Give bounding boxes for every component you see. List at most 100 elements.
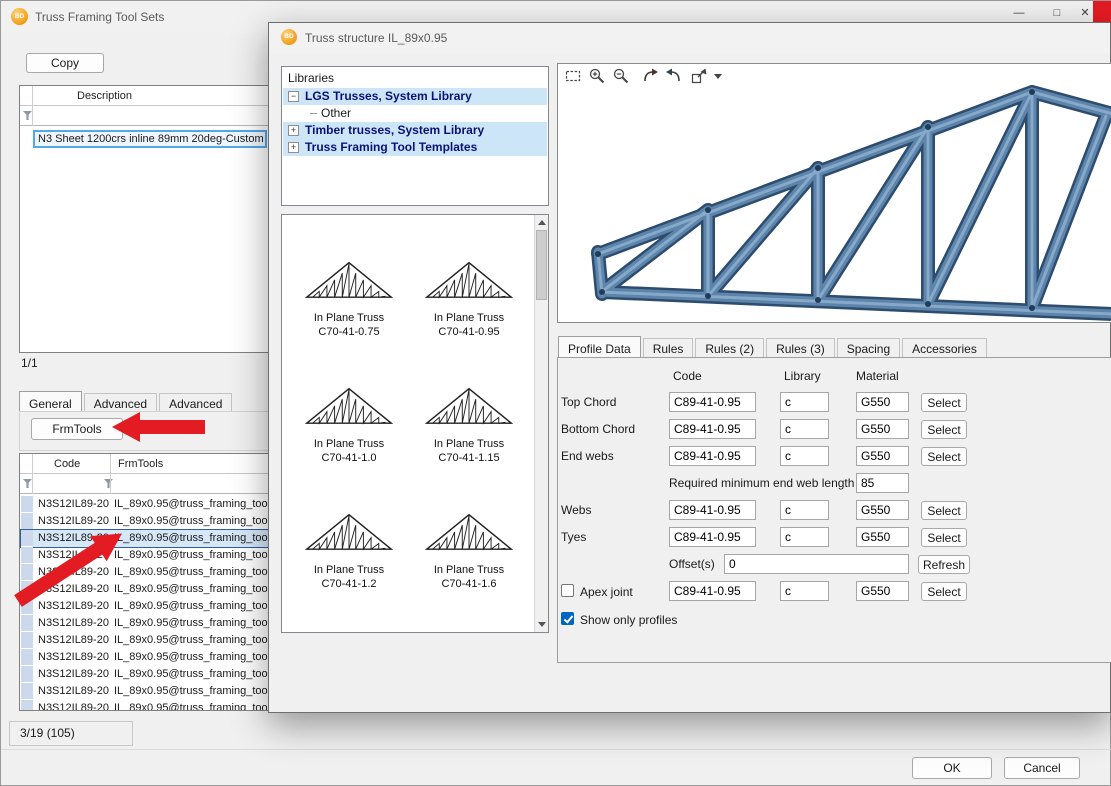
end-webs-material-input[interactable] bbox=[856, 446, 909, 466]
table-row[interactable]: N3S12IL89-20IL_89x0.95@truss_framing_too bbox=[21, 564, 271, 581]
top-chord-code-input[interactable] bbox=[669, 392, 756, 412]
table-row-selected[interactable]: N3S12IL89-20IL_89x0.95@truss_framing_too bbox=[21, 530, 271, 547]
truss-3d-viewport[interactable] bbox=[557, 63, 1111, 323]
row-selector[interactable] bbox=[21, 666, 33, 683]
table-row[interactable]: N3S12IL89-20IL_89x0.95@truss_framing_too bbox=[21, 547, 271, 564]
row-selector[interactable] bbox=[21, 530, 33, 547]
row-selector[interactable] bbox=[21, 513, 33, 530]
table-row[interactable]: N3S12IL89-20IL_89x0.95@truss_framing_too bbox=[21, 666, 271, 683]
end-webs-code-input[interactable] bbox=[669, 446, 756, 466]
apex-code-input[interactable] bbox=[669, 581, 756, 601]
row-selector[interactable] bbox=[21, 547, 33, 564]
tab-advanced-1[interactable]: Advanced bbox=[84, 393, 157, 413]
row-selector[interactable] bbox=[21, 700, 33, 711]
bottom-chord-library-input[interactable] bbox=[780, 419, 829, 439]
bottom-chord-select-button[interactable]: Select bbox=[921, 420, 967, 439]
tree-item-label[interactable]: Truss Framing Tool Templates bbox=[305, 139, 477, 156]
bend-arrow-left-icon[interactable] bbox=[664, 67, 684, 87]
tyes-select-button[interactable]: Select bbox=[921, 528, 967, 547]
row-selector[interactable] bbox=[21, 615, 33, 632]
description-filter-row[interactable] bbox=[20, 106, 270, 126]
dialog-titlebar[interactable]: BD Truss structure IL_89x0.95 bbox=[269, 23, 1110, 53]
row-selector[interactable] bbox=[21, 683, 33, 700]
tab-rules-3[interactable]: Rules (3) bbox=[766, 338, 835, 358]
tree-collapse-icon[interactable]: − bbox=[288, 91, 299, 102]
description-column-header[interactable]: Description bbox=[77, 90, 132, 102]
tab-accessories[interactable]: Accessories bbox=[902, 338, 987, 358]
end-webs-select-button[interactable]: Select bbox=[921, 447, 967, 466]
tree-item-other[interactable]: Other bbox=[283, 105, 547, 122]
table-row[interactable]: N3S12IL89-20IL_89x0.95@truss_framing_too bbox=[21, 615, 271, 632]
table-row[interactable]: N3S12IL89-20IL_89x0.95@truss_framing_too bbox=[21, 700, 271, 711]
row-selector[interactable] bbox=[21, 598, 33, 615]
table-row[interactable]: N3S12IL89-20IL_89x0.95@truss_framing_too bbox=[21, 496, 271, 513]
tool-filter-row[interactable] bbox=[20, 474, 270, 494]
top-chord-select-button[interactable]: Select bbox=[921, 393, 967, 412]
scrollbar-thumb[interactable] bbox=[536, 230, 547, 300]
gallery-item[interactable]: In Plane Truss C70-41-0.95 bbox=[410, 245, 528, 339]
code-column-header[interactable]: Code bbox=[54, 458, 80, 470]
min-end-web-input[interactable] bbox=[856, 473, 909, 493]
row-selector[interactable] bbox=[21, 649, 33, 666]
tyes-code-input[interactable] bbox=[669, 527, 756, 547]
table-row[interactable]: N3S12IL89-20IL_89x0.95@truss_framing_too bbox=[21, 632, 271, 649]
apex-joint-checkbox[interactable] bbox=[561, 584, 574, 597]
filter-funnel-icon[interactable] bbox=[23, 111, 32, 120]
copy-button[interactable]: Copy bbox=[26, 53, 104, 73]
ok-button[interactable]: OK bbox=[912, 757, 992, 779]
tree-item-label[interactable]: LGS Trusses, System Library bbox=[305, 88, 472, 105]
tree-expand-icon[interactable]: + bbox=[288, 142, 299, 153]
fit-view-icon[interactable] bbox=[690, 67, 710, 87]
show-only-profiles-checkbox[interactable] bbox=[561, 612, 574, 625]
top-chord-material-input[interactable] bbox=[856, 392, 909, 412]
bottom-chord-material-input[interactable] bbox=[856, 419, 909, 439]
table-row[interactable]: N3S12IL89-20IL_89x0.95@truss_framing_too bbox=[21, 649, 271, 666]
tab-rules-2[interactable]: Rules (2) bbox=[695, 338, 764, 358]
zoom-out-icon[interactable] bbox=[612, 67, 632, 87]
row-selector[interactable] bbox=[21, 496, 33, 513]
tab-general[interactable]: General bbox=[19, 391, 82, 413]
cancel-button[interactable]: Cancel bbox=[1004, 757, 1080, 779]
tree-item-timber-trusses[interactable]: + Timber trusses, System Library bbox=[283, 122, 547, 139]
tree-item-lgs-trusses[interactable]: − LGS Trusses, System Library bbox=[283, 88, 547, 105]
apex-select-button[interactable]: Select bbox=[921, 582, 967, 601]
tyes-library-input[interactable] bbox=[780, 527, 829, 547]
refresh-button[interactable]: Refresh bbox=[918, 555, 970, 574]
end-webs-library-input[interactable] bbox=[780, 446, 829, 466]
filter-funnel-icon[interactable] bbox=[23, 479, 32, 488]
row-selector[interactable] bbox=[21, 564, 33, 581]
tab-advanced-2[interactable]: Advanced bbox=[159, 393, 232, 413]
filter-funnel-icon[interactable] bbox=[104, 479, 113, 488]
table-row[interactable]: N3S12IL89-20IL_89x0.95@truss_framing_too bbox=[21, 598, 271, 615]
scroll-up-icon[interactable] bbox=[535, 215, 549, 229]
tree-item-truss-templates[interactable]: + Truss Framing Tool Templates bbox=[283, 139, 547, 156]
table-row[interactable]: N3S12IL89-20IL_89x0.95@truss_framing_too bbox=[21, 513, 271, 530]
webs-select-button[interactable]: Select bbox=[921, 501, 967, 520]
tree-item-label[interactable]: Other bbox=[321, 105, 351, 122]
zoom-window-icon[interactable] bbox=[564, 67, 584, 87]
row-selector[interactable] bbox=[21, 581, 33, 598]
bend-arrow-right-icon[interactable] bbox=[642, 67, 662, 87]
bottom-chord-code-input[interactable] bbox=[669, 419, 756, 439]
tab-rules[interactable]: Rules bbox=[643, 338, 694, 358]
top-chord-library-input[interactable] bbox=[780, 392, 829, 412]
apex-material-input[interactable] bbox=[856, 581, 909, 601]
gallery-item[interactable]: In Plane Truss C70-41-0.75 bbox=[290, 245, 408, 339]
description-selected-row[interactable]: N3 Sheet 1200crs inline 89mm 20deg-Custo… bbox=[33, 130, 267, 148]
frmtools-column-header[interactable]: FrmTools bbox=[118, 458, 163, 470]
webs-library-input[interactable] bbox=[780, 500, 829, 520]
tree-item-label[interactable]: Timber trusses, System Library bbox=[305, 122, 484, 139]
tab-spacing[interactable]: Spacing bbox=[837, 338, 900, 358]
frmtools-button[interactable]: FrmTools bbox=[31, 418, 123, 440]
tab-profile-data[interactable]: Profile Data bbox=[558, 336, 641, 358]
row-selector[interactable] bbox=[21, 632, 33, 649]
table-row[interactable]: N3S12IL89-20IL_89x0.95@truss_framing_too bbox=[21, 683, 271, 700]
tree-expand-icon[interactable]: + bbox=[288, 125, 299, 136]
webs-code-input[interactable] bbox=[669, 500, 756, 520]
apex-library-input[interactable] bbox=[780, 581, 829, 601]
zoom-in-icon[interactable] bbox=[588, 67, 608, 87]
offset-input[interactable] bbox=[724, 554, 909, 574]
tyes-material-input[interactable] bbox=[856, 527, 909, 547]
dropdown-chevron-icon[interactable] bbox=[712, 71, 732, 91]
table-row[interactable]: N3S12IL89-20IL_89x0.95@truss_framing_too bbox=[21, 581, 271, 598]
